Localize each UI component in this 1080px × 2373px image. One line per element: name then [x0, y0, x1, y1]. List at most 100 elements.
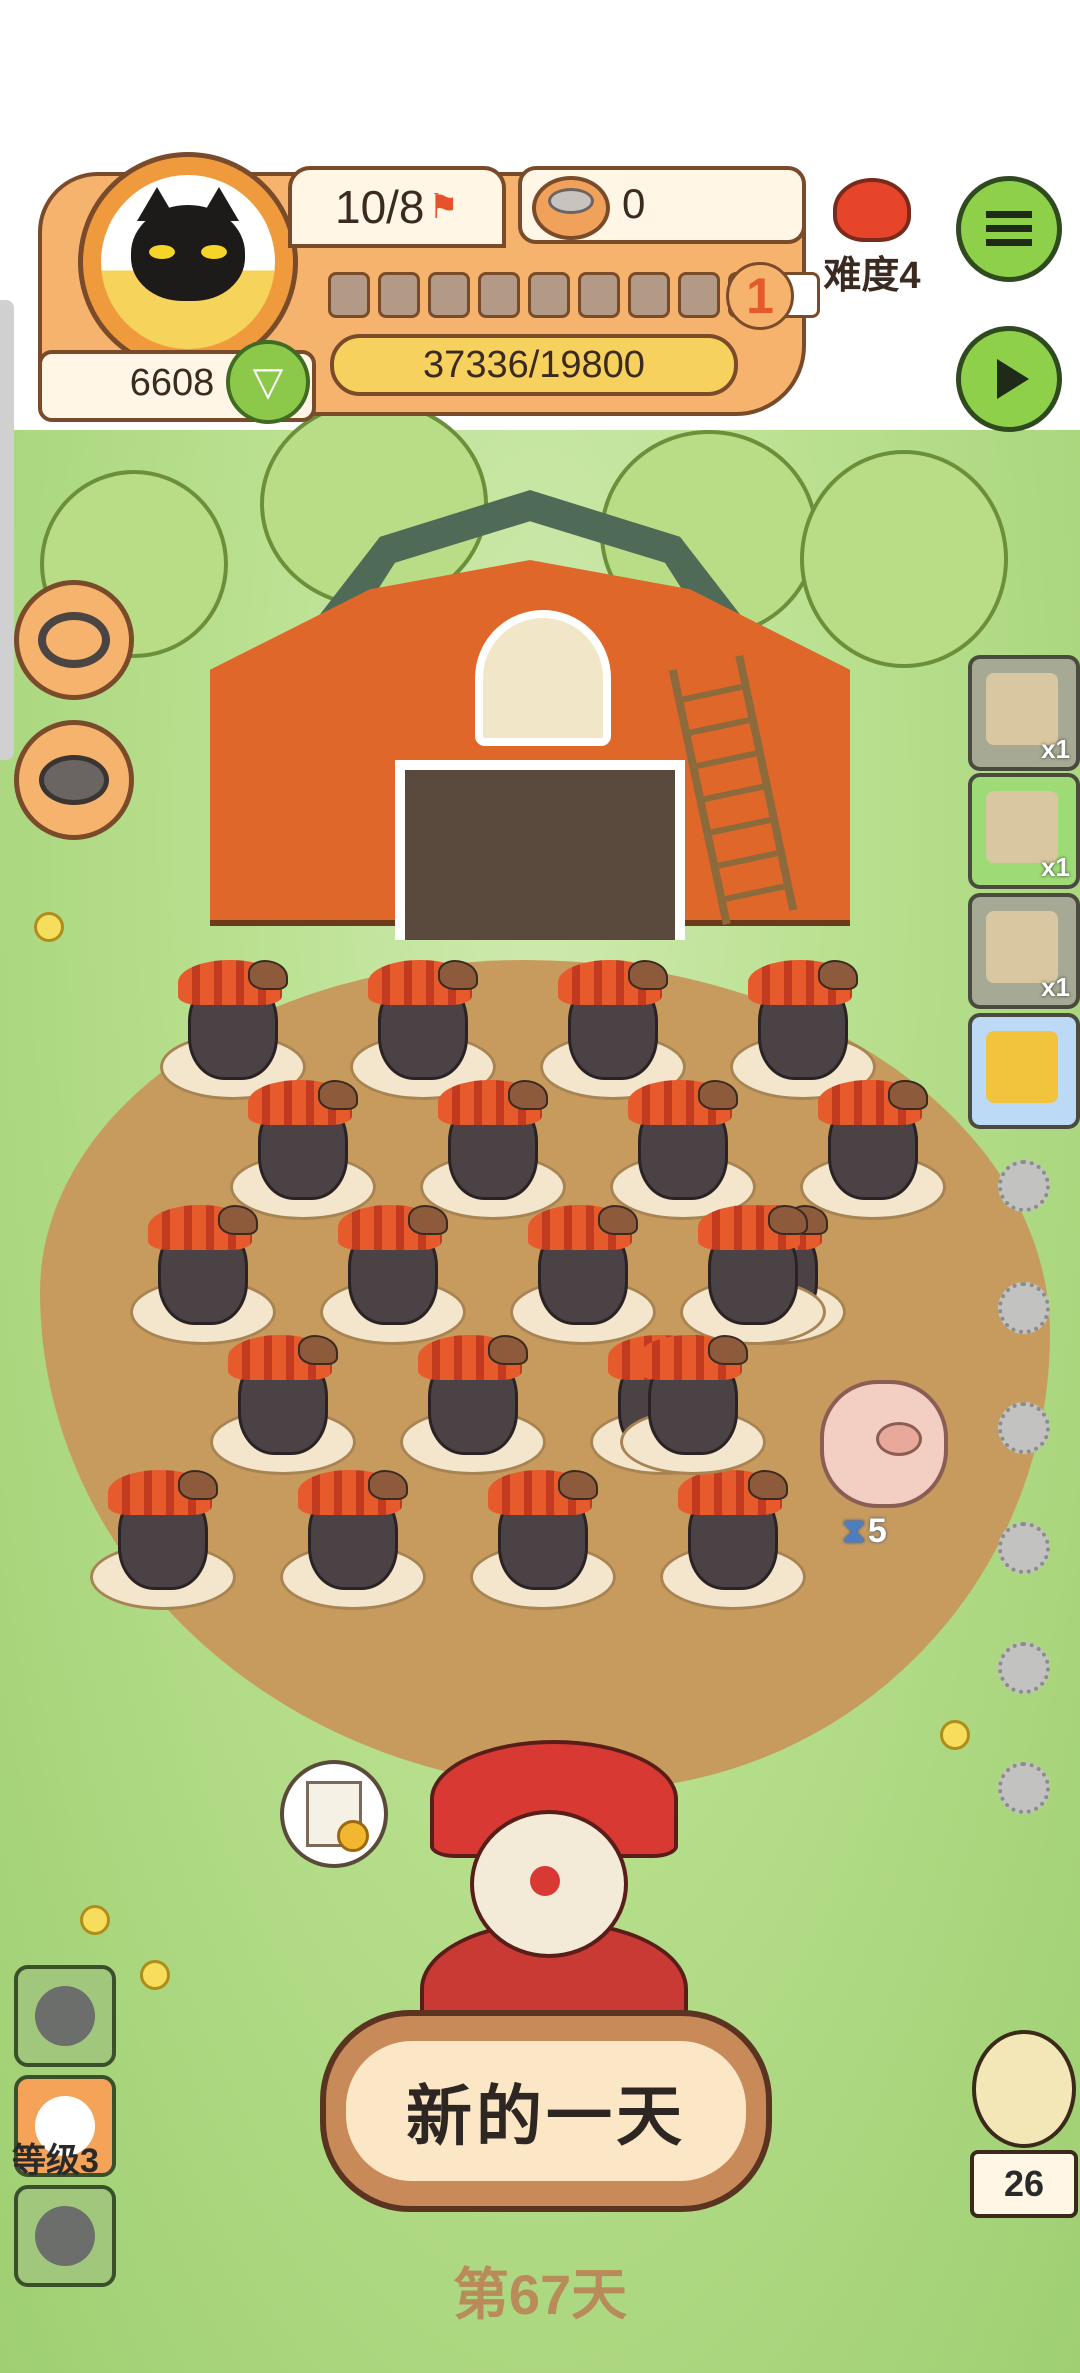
food-bowl-button[interactable] [14, 720, 134, 840]
stamina-segment [578, 272, 620, 318]
difficulty-label: 难度4 [823, 255, 921, 297]
turkey-beak [318, 1080, 358, 1110]
chick-card[interactable]: 26 [966, 2020, 1080, 2218]
new-day-label: 新的一天 [342, 2037, 750, 2185]
turkey[interactable] [510, 1195, 656, 1345]
chick-count: 26 [970, 2150, 1078, 2218]
tool-level-label: 等级3 [12, 2142, 99, 2180]
turkey-beak [708, 1335, 748, 1365]
tool-slot-1[interactable] [14, 1965, 116, 2067]
stamina-segment [628, 272, 670, 318]
gear-icon[interactable] [998, 1642, 1050, 1694]
turkey-beak [818, 960, 858, 990]
edge-tab[interactable] [0, 300, 14, 760]
turkey[interactable] [130, 1195, 276, 1345]
flower-icon [34, 912, 64, 942]
pig-timer: ⧗5 [842, 1512, 887, 1551]
flower-icon [140, 1960, 170, 1990]
turkey-beak [598, 1205, 638, 1235]
barn[interactable] [155, 490, 905, 940]
stamina-segment [528, 272, 570, 318]
collar-icon [38, 612, 110, 668]
pig[interactable] [820, 1380, 948, 1508]
turkey[interactable] [660, 1460, 806, 1610]
stamina-segment [478, 272, 520, 318]
card-qty: x1 [1041, 852, 1070, 882]
flower-icon [80, 1905, 110, 1935]
turkey-beak [888, 1080, 928, 1110]
heart-shop-button[interactable]: ▽ [226, 340, 310, 424]
mole-icon [35, 1986, 95, 2046]
turkey[interactable] [210, 1325, 356, 1475]
food-count-value: 0 [622, 180, 646, 227]
cat-eye [149, 245, 175, 259]
certificate-bubble[interactable] [280, 1760, 388, 1868]
turkey-beak [628, 960, 668, 990]
avatar[interactable] [78, 152, 298, 372]
cat-eye [201, 245, 227, 259]
gear-icon[interactable] [998, 1282, 1050, 1334]
turkey-beak [298, 1335, 338, 1365]
turkey-beak [558, 1470, 598, 1500]
stamina-segment [428, 272, 470, 318]
list-icon [986, 211, 1032, 247]
gear-icon[interactable] [998, 1522, 1050, 1574]
pig-snout [876, 1422, 922, 1456]
progress-count-value: 10/8 [334, 181, 425, 233]
corn-feed-card[interactable] [968, 1013, 1080, 1129]
xp-bar: 37336/19800 [330, 334, 738, 396]
stamina-segment [678, 272, 720, 318]
food-bowl-icon [532, 176, 610, 240]
flower-icon [940, 1720, 970, 1750]
heart-icon: ▽ [252, 360, 284, 404]
turkey-beak [768, 1205, 808, 1235]
turkey[interactable] [90, 1460, 236, 1610]
seed-pack-card[interactable]: x1 [968, 655, 1080, 771]
difficulty-flame-icon [833, 178, 911, 242]
food-bowl-icon [39, 755, 109, 805]
gear-icon[interactable] [998, 1160, 1050, 1212]
gear-icon[interactable] [998, 1402, 1050, 1454]
flag-icon: ⚑ [428, 188, 459, 226]
turkey-beak [368, 1470, 408, 1500]
play-icon [997, 359, 1029, 399]
hourglass-icon: ⧗ [842, 1512, 866, 1550]
turkey[interactable] [280, 1460, 426, 1610]
difficulty-indicator[interactable]: 难度4 [812, 178, 932, 297]
new-day-button[interactable]: 新的一天 [320, 2010, 772, 2212]
gear-icon[interactable] [998, 1762, 1050, 1814]
turkey[interactable] [800, 1070, 946, 1220]
turkey[interactable] [400, 1325, 546, 1475]
turkey-beak [488, 1335, 528, 1365]
food-counter: 0 [518, 166, 806, 244]
stamina-segment [328, 272, 370, 318]
turkey[interactable] [620, 1325, 766, 1475]
barn-card[interactable]: x1 [968, 893, 1080, 1009]
avatar-portrait [101, 175, 275, 349]
xp-value: 37336/19800 [423, 343, 645, 386]
card-qty: x1 [1041, 972, 1070, 1002]
turkey[interactable] [320, 1195, 466, 1345]
barn-loft-window [475, 610, 611, 746]
turkey[interactable] [680, 1195, 826, 1345]
jester-nose [530, 1866, 560, 1896]
jester-cat[interactable] [380, 1740, 720, 2058]
turkey-beak [508, 1080, 548, 1110]
doghouse-card[interactable]: x1 [968, 773, 1080, 889]
turkey-beak [408, 1205, 448, 1235]
chick-icon [972, 2030, 1076, 2148]
level-badge: 1 [726, 262, 794, 330]
play-button[interactable] [956, 326, 1062, 432]
barn-door [395, 760, 685, 940]
collar-button[interactable] [14, 580, 134, 700]
certificate-icon [306, 1781, 369, 1852]
black-cat-icon [131, 187, 245, 301]
card-qty: x1 [1041, 734, 1070, 764]
medal-icon [337, 1820, 369, 1852]
turkey-beak [438, 960, 478, 990]
player-hud: 10/8 ⚑ 0 1 37336/19800 6608 ▽ [38, 152, 820, 424]
menu-button[interactable] [956, 176, 1062, 282]
pig-timer-value: 5 [867, 1512, 887, 1550]
turkey[interactable] [470, 1460, 616, 1610]
turkey-beak [698, 1080, 738, 1110]
